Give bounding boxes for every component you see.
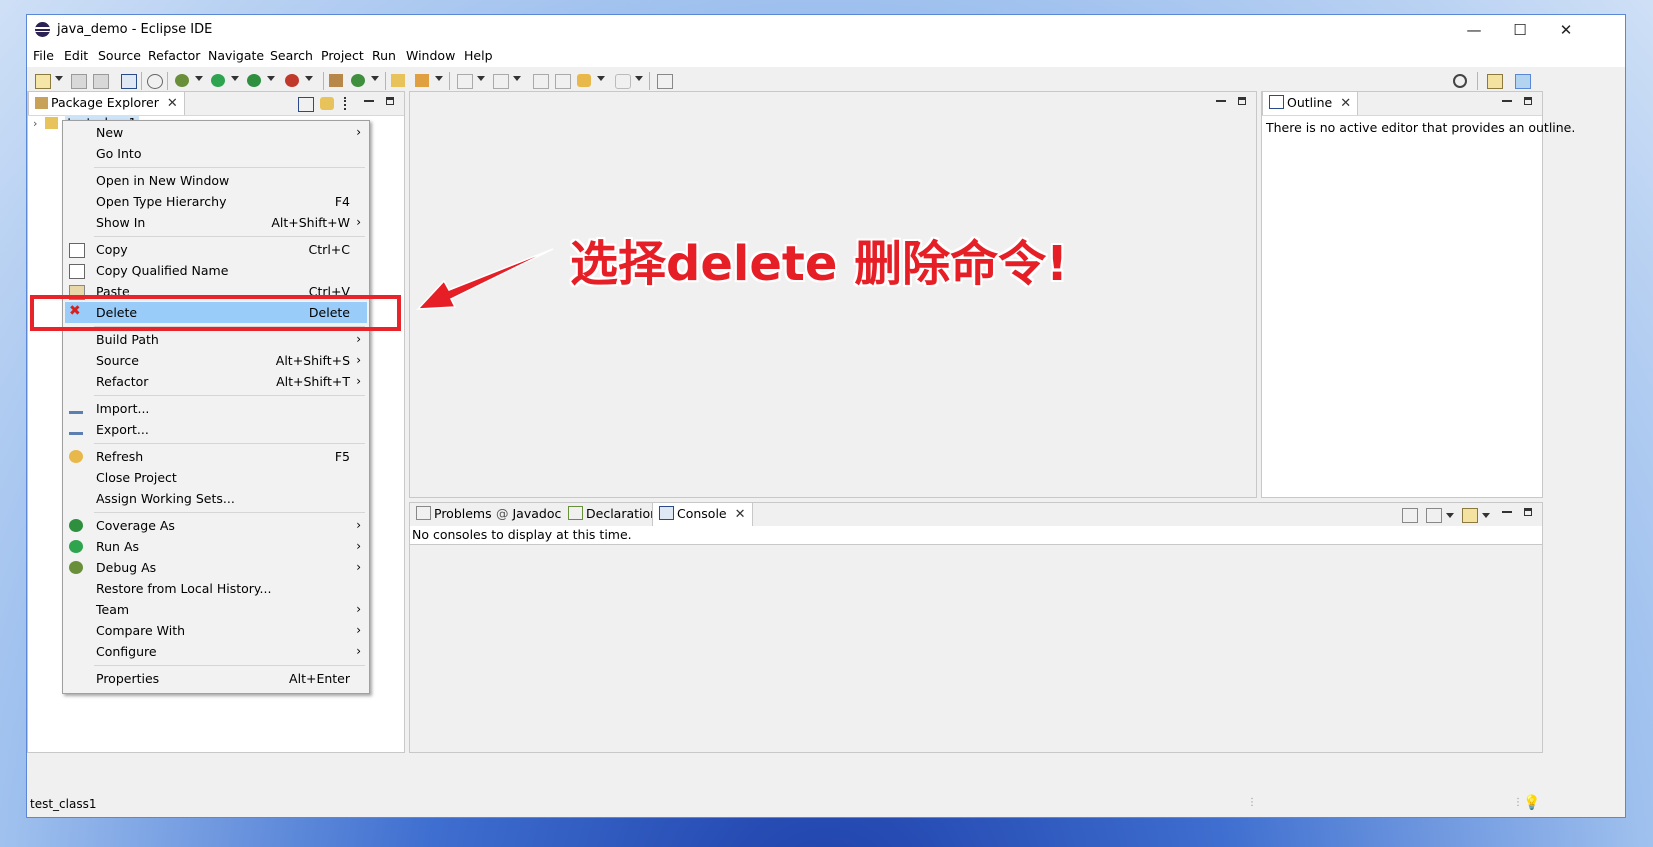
annotation-arrow (416, 248, 554, 310)
annotation-text: 选择delete 删除命令! (570, 236, 1069, 292)
